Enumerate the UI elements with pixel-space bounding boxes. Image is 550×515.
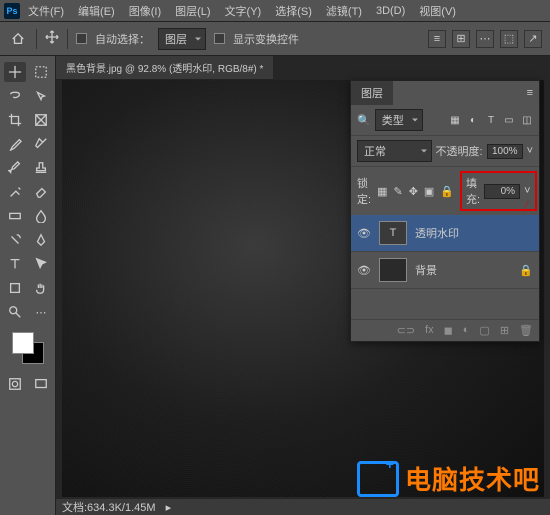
show-transform-checkbox[interactable] bbox=[214, 33, 225, 44]
eraser-tool[interactable] bbox=[30, 182, 52, 202]
blend-mode-dropdown[interactable]: 正常 bbox=[357, 140, 432, 162]
align-icon-1[interactable]: ≡ bbox=[428, 30, 446, 48]
app-logo: Ps bbox=[4, 3, 20, 19]
watermark-icon bbox=[357, 461, 399, 497]
menu-file[interactable]: 文件(F) bbox=[22, 1, 70, 21]
filter-type-icon[interactable]: T bbox=[485, 114, 497, 126]
lock-pixels-icon[interactable]: ✎ bbox=[393, 185, 402, 198]
lock-icon: 🔒 bbox=[519, 264, 533, 277]
document-tab[interactable]: 黑色背景.jpg @ 92.8% (透明水印, RGB/8#) * bbox=[56, 56, 273, 80]
lock-position-icon[interactable]: ✥ bbox=[409, 185, 418, 198]
opacity-value[interactable]: 100% bbox=[487, 144, 523, 159]
edit-toolbar[interactable]: ⋯ bbox=[30, 302, 52, 322]
screen-mode[interactable] bbox=[30, 374, 52, 394]
path-select-tool[interactable] bbox=[30, 254, 52, 274]
frame-tool[interactable] bbox=[30, 110, 52, 130]
group-icon[interactable]: ▢ bbox=[479, 324, 489, 337]
eyedropper-tool[interactable] bbox=[4, 134, 26, 154]
fill-chevron-icon[interactable]: ˅ bbox=[524, 185, 530, 197]
search-icon: 🔍 bbox=[357, 114, 371, 127]
doc-size: 文档:634.3K/1.45M bbox=[62, 499, 156, 515]
filter-pixel-icon[interactable]: ▦ bbox=[449, 114, 461, 126]
brush-tool[interactable] bbox=[4, 158, 26, 178]
layer-name[interactable]: 透明水印 bbox=[415, 225, 459, 241]
crop-tool[interactable] bbox=[4, 110, 26, 130]
lock-transparency-icon[interactable]: ▦ bbox=[377, 185, 387, 198]
auto-select-label: 自动选择： bbox=[95, 31, 150, 47]
zoom-tool[interactable] bbox=[4, 302, 26, 322]
healing-tool[interactable] bbox=[30, 134, 52, 154]
fill-value[interactable]: 0% bbox=[484, 184, 520, 199]
status-arrow-icon[interactable]: ▸ bbox=[166, 501, 172, 514]
panel-menu-icon[interactable]: ≡ bbox=[521, 87, 539, 99]
blur-tool[interactable] bbox=[30, 206, 52, 226]
toolbar: ⋯ bbox=[0, 56, 56, 515]
home-icon[interactable] bbox=[8, 29, 28, 49]
link-layers-icon[interactable]: ⊂⊃ bbox=[397, 324, 415, 337]
menu-layer[interactable]: 图层(L) bbox=[169, 1, 216, 21]
color-swatch[interactable] bbox=[12, 332, 44, 364]
filter-shape-icon[interactable]: ▭ bbox=[503, 114, 515, 126]
auto-select-target-dropdown[interactable]: 图层 bbox=[158, 28, 206, 50]
site-watermark: 电脑技术吧 bbox=[357, 460, 540, 497]
move-tool-icon bbox=[45, 30, 59, 47]
layer-mask-icon[interactable]: ◼ bbox=[444, 324, 453, 337]
visibility-toggle[interactable]: 👁 bbox=[357, 227, 371, 240]
lasso-tool[interactable] bbox=[4, 86, 26, 106]
shape-tool[interactable] bbox=[4, 278, 26, 298]
layer-item-background[interactable]: 👁 背景 🔒 bbox=[351, 252, 539, 289]
pen-tool[interactable] bbox=[30, 230, 52, 250]
watermark-text: 电脑技术吧 bbox=[405, 460, 540, 497]
layers-tab[interactable]: 图层 bbox=[351, 81, 393, 105]
stamp-tool[interactable] bbox=[30, 158, 52, 178]
visibility-toggle[interactable]: 👁 bbox=[357, 264, 371, 277]
menu-edit[interactable]: 编辑(E) bbox=[72, 1, 121, 21]
lock-all-icon[interactable]: 🔒 bbox=[440, 185, 454, 198]
menu-text[interactable]: 文字(Y) bbox=[219, 1, 268, 21]
type-tool[interactable] bbox=[4, 254, 26, 274]
new-layer-icon[interactable]: ⊞ bbox=[500, 324, 509, 337]
layer-fx-icon[interactable]: fx bbox=[425, 324, 434, 337]
opacity-chevron-icon[interactable]: ˅ bbox=[527, 145, 533, 157]
menu-view[interactable]: 视图(V) bbox=[413, 1, 462, 21]
adjustment-layer-icon[interactable]: ◐ bbox=[463, 324, 470, 337]
quick-mask[interactable] bbox=[4, 374, 26, 394]
show-transform-label: 显示变换控件 bbox=[233, 31, 299, 47]
layers-panel: 图层 ≡ 🔍 类型 ▦ ◐ T ▭ ◫ 正常 不透明度: 100% ˅ 锁定: … bbox=[350, 80, 540, 342]
dodge-tool[interactable] bbox=[4, 230, 26, 250]
layer-thumb-text: T bbox=[379, 221, 407, 245]
auto-select-checkbox[interactable] bbox=[76, 33, 87, 44]
quick-select-tool[interactable] bbox=[30, 86, 52, 106]
opacity-label: 不透明度: bbox=[436, 143, 483, 159]
move-tool[interactable] bbox=[4, 62, 26, 82]
hand-tool[interactable] bbox=[30, 278, 52, 298]
fill-label: 填充: bbox=[466, 175, 480, 207]
3d-mode-icon[interactable]: ⬚ bbox=[500, 30, 518, 48]
delete-layer-icon[interactable]: 🗑 bbox=[519, 324, 533, 337]
layer-item-watermark[interactable]: 👁 T 透明水印 bbox=[351, 215, 539, 252]
menu-image[interactable]: 图像(I) bbox=[123, 1, 167, 21]
lock-artboard-icon[interactable]: ▣ bbox=[424, 185, 434, 198]
filter-adjust-icon[interactable]: ◐ bbox=[467, 114, 479, 126]
filter-smart-icon[interactable]: ◫ bbox=[521, 114, 533, 126]
menu-select[interactable]: 选择(S) bbox=[269, 1, 318, 21]
lock-label: 锁定: bbox=[357, 175, 371, 207]
menu-filter[interactable]: 滤镜(T) bbox=[320, 1, 368, 21]
menu-3d[interactable]: 3D(D) bbox=[370, 3, 411, 19]
align-icon-2[interactable]: ⊞ bbox=[452, 30, 470, 48]
gradient-tool[interactable] bbox=[4, 206, 26, 226]
marquee-tool[interactable] bbox=[30, 62, 52, 82]
filter-type-dropdown[interactable]: 类型 bbox=[375, 109, 423, 131]
layer-thumb-image bbox=[379, 258, 407, 282]
history-brush-tool[interactable] bbox=[4, 182, 26, 202]
align-icon-3[interactable]: ⋯ bbox=[476, 30, 494, 48]
layer-name[interactable]: 背景 bbox=[415, 262, 437, 278]
fill-highlight: 填充: 0% ˅ bbox=[460, 171, 537, 211]
share-icon[interactable]: ↗ bbox=[524, 30, 542, 48]
